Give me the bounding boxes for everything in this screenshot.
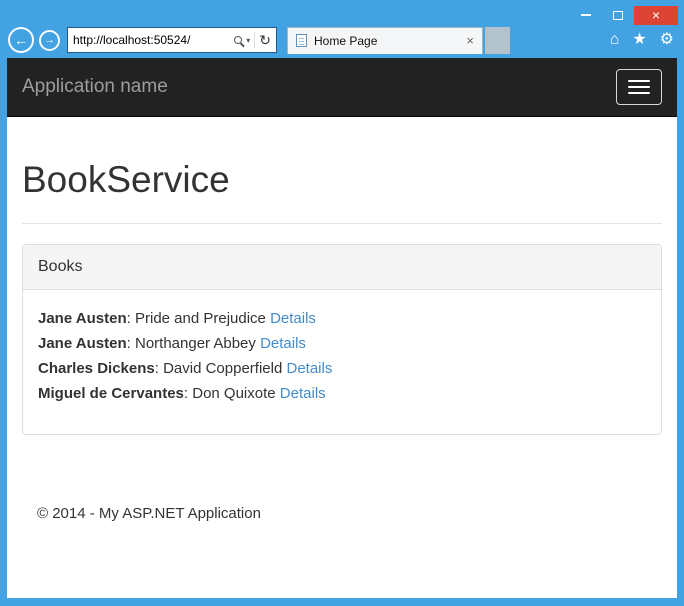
hamburger-icon: [628, 92, 650, 94]
details-link[interactable]: Details: [260, 335, 306, 352]
url-text[interactable]: http://localhost:50524/: [73, 33, 230, 47]
book-author: Jane Austen: [38, 335, 127, 352]
page-title: BookService: [22, 159, 230, 200]
forward-icon: →: [44, 34, 55, 46]
separator: :: [126, 335, 131, 352]
address-bar[interactable]: http://localhost:50524/ ▾ ↻: [67, 27, 277, 53]
hamburger-icon: [628, 86, 650, 88]
site-navbar: Application name: [7, 58, 677, 117]
browser-chrome: ← → http://localhost:50524/ ▾ ↻ Home Pag…: [0, 26, 684, 58]
hamburger-icon: [628, 80, 650, 82]
home-icon[interactable]: ⌂: [610, 32, 620, 48]
book-author: Miguel de Cervantes: [38, 385, 184, 402]
minimize-button[interactable]: [570, 6, 602, 25]
list-item: Jane Austen: Pride and Prejudice Details: [38, 306, 646, 331]
copyright-text: © 2014 - My ASP.NET Application: [37, 505, 261, 522]
page-footer: © 2014 - My ASP.NET Application: [22, 435, 662, 522]
tab-title: Home Page: [314, 33, 378, 48]
separator: :: [154, 360, 159, 377]
list-item: Miguel de Cervantes: Don Quixote Details: [38, 381, 646, 406]
navbar-brand[interactable]: Application name: [22, 76, 168, 98]
minimize-icon: [581, 14, 591, 16]
address-divider: [254, 32, 256, 48]
separator: :: [126, 310, 131, 327]
navbar-toggle-button[interactable]: [616, 69, 662, 105]
main-container: BookService Books Jane Austen: Pride and…: [7, 159, 677, 522]
back-icon: ←: [14, 32, 28, 48]
forward-button[interactable]: →: [39, 29, 60, 51]
books-panel-body: Jane Austen: Pride and Prejudice Details…: [23, 290, 661, 434]
maximize-button[interactable]: [602, 6, 634, 25]
close-button[interactable]: ×: [634, 5, 678, 25]
chrome-actions: ⌂ ★ ⚙: [610, 32, 674, 48]
book-author: Charles Dickens: [38, 360, 155, 377]
chevron-down-icon[interactable]: ▾: [246, 36, 250, 45]
maximize-icon: [613, 10, 623, 20]
books-panel-header: Books: [23, 245, 661, 290]
tab-home-page[interactable]: Home Page ×: [287, 26, 483, 54]
list-item: Jane Austen: Northanger Abbey Details: [38, 331, 646, 356]
gear-icon[interactable]: ⚙: [660, 32, 674, 48]
list-item: Charles Dickens: David Copperfield Detai…: [38, 356, 646, 381]
book-title: David Copperfield: [163, 360, 283, 377]
divider: [22, 223, 662, 224]
book-author: Jane Austen: [38, 310, 127, 327]
tab-close-icon[interactable]: ×: [466, 33, 474, 48]
books-panel: Books Jane Austen: Pride and Prejudice D…: [22, 244, 662, 435]
favorites-star-icon[interactable]: ★: [632, 32, 646, 48]
details-link[interactable]: Details: [280, 385, 326, 402]
close-icon: ×: [651, 7, 661, 23]
refresh-icon[interactable]: ↻: [259, 32, 271, 49]
details-link[interactable]: Details: [270, 310, 316, 327]
book-title: Don Quixote: [192, 385, 276, 402]
details-link[interactable]: Details: [286, 360, 332, 377]
book-title: Pride and Prejudice: [134, 310, 266, 327]
page-favicon-icon: [296, 34, 307, 47]
search-icon[interactable]: [234, 36, 243, 44]
titlebar: ×: [0, 0, 684, 26]
book-title: Northanger Abbey: [134, 335, 256, 352]
page-viewport: Application name BookService Books Jane …: [7, 58, 677, 598]
browser-window: × ← → http://localhost:50524/ ▾ ↻ Home P…: [0, 0, 684, 606]
back-button[interactable]: ←: [8, 27, 34, 53]
separator: :: [183, 385, 189, 402]
new-tab-button[interactable]: [485, 26, 510, 54]
